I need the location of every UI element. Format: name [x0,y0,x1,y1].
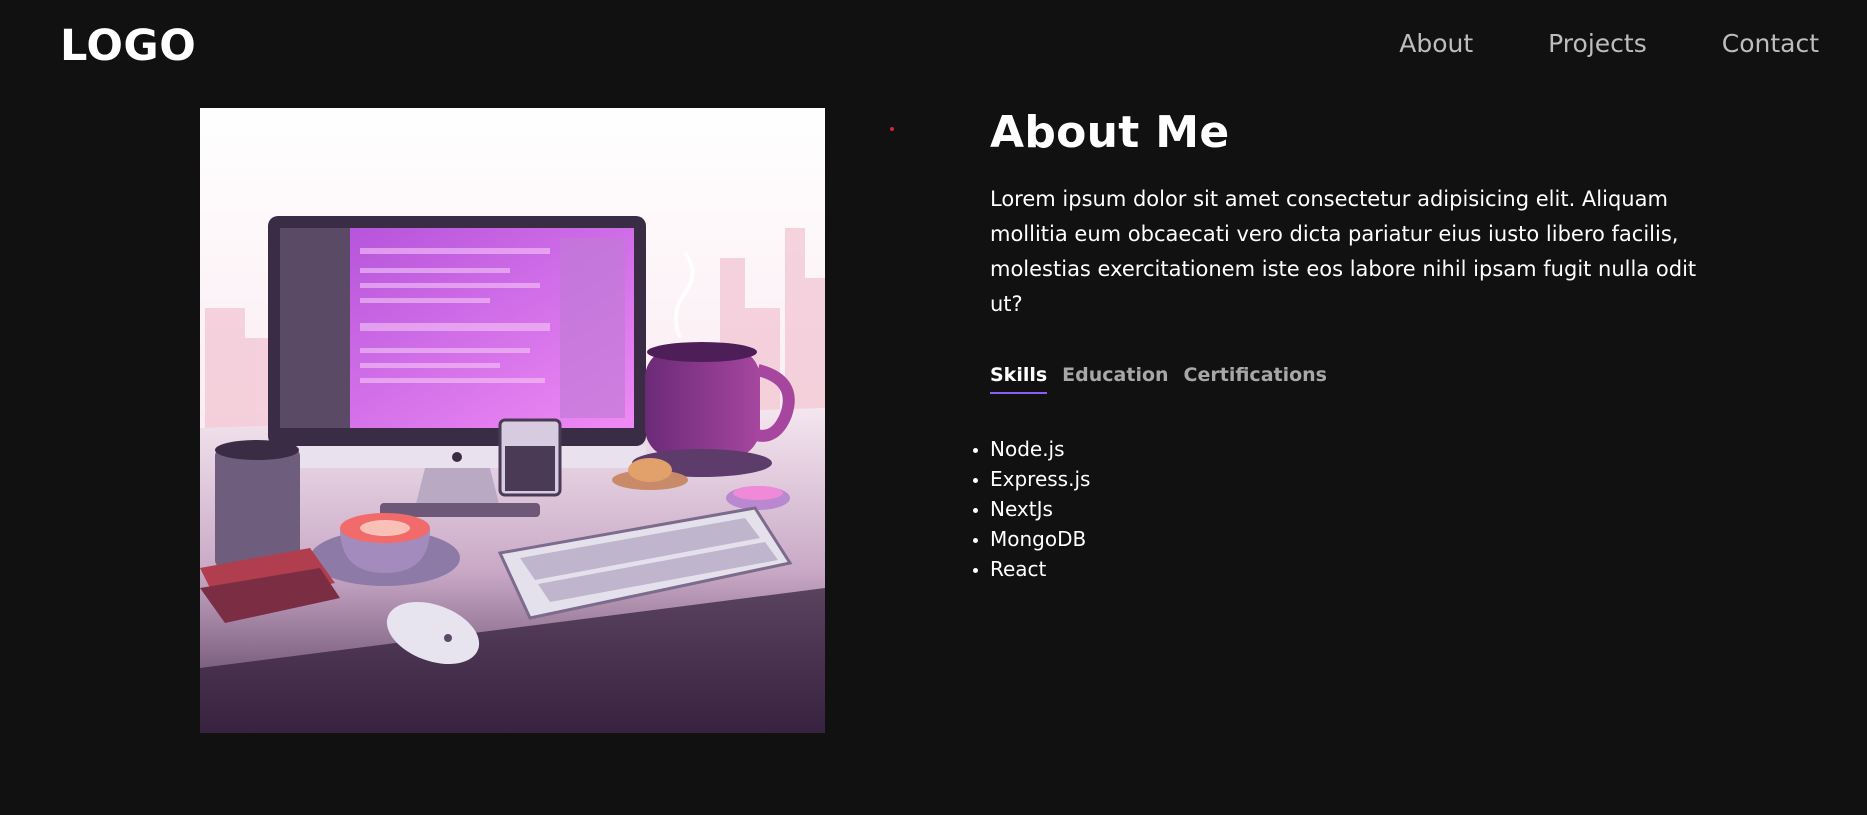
tab-education[interactable]: Education [1062,362,1168,394]
tab-certifications[interactable]: Certifications [1184,362,1327,394]
skills-list: Node.js Express.js NextJs MongoDB React [990,434,1710,584]
nav-contact-link[interactable]: Contact [1722,26,1819,62]
workspace-illustration [200,108,825,733]
about-description: Lorem ipsum dolor sit amet consectetur a… [990,187,1697,316]
list-item: MongoDB [990,524,1710,554]
site-header: LOGO About Projects Contact [0,0,1867,92]
red-dot-marker [890,127,894,131]
logo[interactable]: LOGO [60,18,196,74]
about-title: About Me [990,107,1230,158]
tab-skills[interactable]: Skills [990,362,1048,394]
list-item: Node.js [990,434,1710,464]
nav-about-link[interactable]: About [1399,26,1473,62]
page: LOGO About Projects Contact About Me Lor… [0,0,1867,815]
nav-projects-link[interactable]: Projects [1548,26,1647,62]
about-section: About Me Lorem ipsum dolor sit amet cons… [990,104,1710,584]
list-item: React [990,554,1710,584]
about-tabs: Skills Education Certifications [990,362,1710,394]
desk-illustration-image [200,108,825,733]
list-item: NextJs [990,494,1710,524]
main-nav: About Projects Contact [1324,26,1819,62]
list-item: Express.js [990,464,1710,494]
